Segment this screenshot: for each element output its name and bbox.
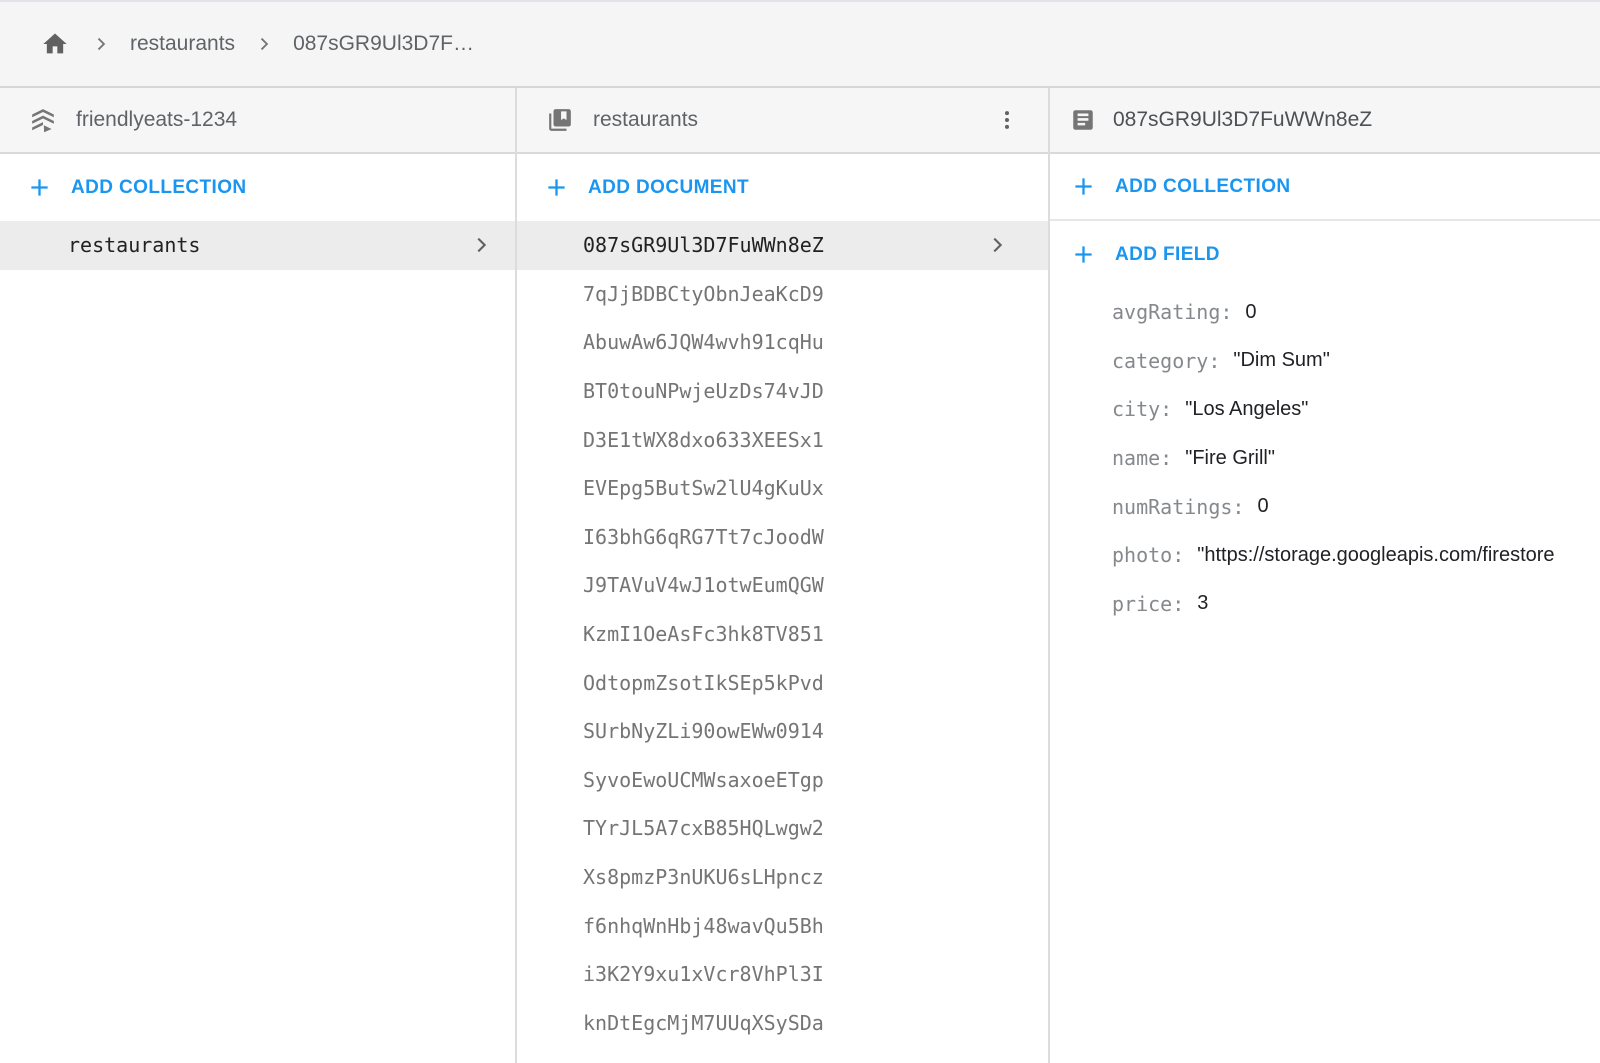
- document-panel-header: 087sGR9Ul3D7FuWWn8eZ: [1050, 88, 1600, 154]
- breadcrumb-separator-icon: [254, 34, 274, 54]
- add-collection-button[interactable]: ADD COLLECTION: [0, 154, 515, 221]
- breadcrumb-item-document[interactable]: 087sGR9Ul3D7F…: [293, 32, 474, 56]
- project-panel: friendlyeats-1234 ADD COLLECTION restaur…: [0, 88, 517, 1063]
- field-row[interactable]: city "Los Angeles": [1050, 385, 1600, 434]
- document-row[interactable]: D3E1tWX8dxo633XEESx1: [517, 415, 1048, 464]
- firestore-logo-icon: [30, 107, 56, 133]
- plus-icon: [545, 176, 568, 199]
- document-row[interactable]: 087sGR9Ul3D7FuWWn8eZ: [517, 221, 1048, 270]
- field-row[interactable]: price 3: [1050, 580, 1600, 629]
- document-title: 087sGR9Ul3D7FuWWn8eZ: [1113, 108, 1372, 132]
- more-vert-icon: [996, 109, 1018, 131]
- document-id: 087sGR9Ul3D7FuWWn8eZ: [583, 233, 824, 257]
- document-row[interactable]: BT0touNPwjeUzDs74vJD: [517, 367, 1048, 416]
- field-row[interactable]: photo "https://storage.googleapis.com/fi…: [1050, 531, 1600, 580]
- field-row[interactable]: category "Dim Sum": [1050, 337, 1600, 386]
- document-id: 7qJjBDBCtyObnJeaKcD9: [583, 282, 824, 306]
- document-id: SyvoEwoUCMWsaxoeETgp: [583, 768, 824, 792]
- document-id: f6nhqWnHbj48wavQu5Bh: [583, 914, 824, 938]
- document-id: KzmI1OeAsFc3hk8TV851: [583, 622, 824, 646]
- document-row[interactable]: TYrJL5A7cxB85HQLwgw2: [517, 804, 1048, 853]
- project-title: friendlyeats-1234: [76, 108, 237, 132]
- field-key: category: [1112, 349, 1220, 373]
- field-key: numRatings: [1112, 495, 1244, 519]
- collection-row[interactable]: restaurants: [0, 221, 515, 270]
- document-id: D3E1tWX8dxo633XEESx1: [583, 428, 824, 452]
- document-id: TYrJL5A7cxB85HQLwgw2: [583, 816, 824, 840]
- document-list: 087sGR9Ul3D7FuWWn8eZ 7qJjBDBCtyObnJeaKcD…: [517, 221, 1048, 1047]
- document-row[interactable]: AbuwAw6JQW4wvh91cqHu: [517, 318, 1048, 367]
- add-document-button[interactable]: ADD DOCUMENT: [517, 154, 1048, 221]
- breadcrumb: restaurants 087sGR9Ul3D7F…: [0, 0, 1600, 88]
- document-id: I63bhG6qRG7Tt7cJoodW: [583, 525, 824, 549]
- field-row[interactable]: name "Fire Grill": [1050, 434, 1600, 483]
- field-key: avgRating: [1112, 300, 1232, 324]
- project-panel-header: friendlyeats-1234: [0, 88, 515, 154]
- document-row[interactable]: knDtEgcMjM7UUqXSySDa: [517, 999, 1048, 1048]
- collection-panel-header: restaurants: [517, 88, 1048, 154]
- document-row[interactable]: I63bhG6qRG7Tt7cJoodW: [517, 513, 1048, 562]
- document-id: J9TAVuV4wJ1otwEumQGW: [583, 573, 824, 597]
- document-id: i3K2Y9xu1xVcr8VhPl3I: [583, 962, 824, 986]
- document-id: SUrbNyZLi90owEWw0914: [583, 719, 824, 743]
- plus-icon: [1072, 243, 1095, 266]
- document-row[interactable]: i3K2Y9xu1xVcr8VhPl3I: [517, 950, 1048, 999]
- plus-icon: [1072, 175, 1095, 198]
- document-id: EVEpg5ButSw2lU4gKuUx: [583, 476, 824, 500]
- home-icon: [41, 30, 69, 58]
- document-id: OdtopmZsotIkSEp5kPvd: [583, 671, 824, 695]
- collection-icon: [547, 107, 573, 133]
- field-value: "https://storage.googleapis.com/firestor…: [1197, 544, 1554, 567]
- document-row[interactable]: OdtopmZsotIkSEp5kPvd: [517, 658, 1048, 707]
- chevron-right-icon: [470, 234, 492, 256]
- add-collection-button[interactable]: ADD COLLECTION: [1050, 154, 1600, 221]
- document-row[interactable]: Xs8pmzP3nUKU6sLHpncz: [517, 853, 1048, 902]
- document-row[interactable]: SUrbNyZLi90owEWw0914: [517, 707, 1048, 756]
- field-list: avgRating 0 category "Dim Sum" city "Los…: [1050, 288, 1600, 628]
- add-field-button[interactable]: ADD FIELD: [1050, 221, 1600, 288]
- home-button[interactable]: [38, 27, 72, 61]
- document-id: AbuwAw6JQW4wvh91cqHu: [583, 330, 824, 354]
- document-row[interactable]: 7qJjBDBCtyObnJeaKcD9: [517, 270, 1048, 319]
- field-key: photo: [1112, 543, 1184, 567]
- field-key: name: [1112, 446, 1172, 470]
- collection-name: restaurants: [68, 233, 200, 257]
- document-row[interactable]: KzmI1OeAsFc3hk8TV851: [517, 610, 1048, 659]
- collection-title: restaurants: [593, 108, 698, 132]
- chevron-right-icon: [986, 234, 1008, 256]
- field-value: "Dim Sum": [1233, 349, 1329, 372]
- field-value: 0: [1257, 495, 1268, 518]
- document-row[interactable]: J9TAVuV4wJ1otwEumQGW: [517, 561, 1048, 610]
- field-value: 3: [1197, 592, 1208, 615]
- more-options-button[interactable]: [990, 103, 1024, 137]
- breadcrumb-item-restaurants[interactable]: restaurants: [130, 32, 235, 56]
- field-value: "Fire Grill": [1185, 447, 1275, 470]
- field-value: "Los Angeles": [1185, 398, 1308, 421]
- field-value: 0: [1245, 301, 1256, 324]
- collection-list: restaurants: [0, 221, 515, 270]
- document-row[interactable]: SyvoEwoUCMWsaxoeETgp: [517, 756, 1048, 805]
- document-id: knDtEgcMjM7UUqXSySDa: [583, 1011, 824, 1035]
- document-id: Xs8pmzP3nUKU6sLHpncz: [583, 865, 824, 889]
- document-row[interactable]: f6nhqWnHbj48wavQu5Bh: [517, 901, 1048, 950]
- document-id: BT0touNPwjeUzDs74vJD: [583, 379, 824, 403]
- document-icon: [1070, 107, 1096, 133]
- field-key: price: [1112, 592, 1184, 616]
- collection-panel: restaurants ADD DOCUMENT 087sGR9Ul3D7FuW…: [517, 88, 1050, 1063]
- plus-icon: [28, 176, 51, 199]
- field-row[interactable]: avgRating 0: [1050, 288, 1600, 337]
- field-key: city: [1112, 397, 1172, 421]
- field-row[interactable]: numRatings 0: [1050, 482, 1600, 531]
- document-row[interactable]: EVEpg5ButSw2lU4gKuUx: [517, 464, 1048, 513]
- breadcrumb-separator-icon: [91, 34, 111, 54]
- document-panel: 087sGR9Ul3D7FuWWn8eZ ADD COLLECTION ADD …: [1050, 88, 1600, 1063]
